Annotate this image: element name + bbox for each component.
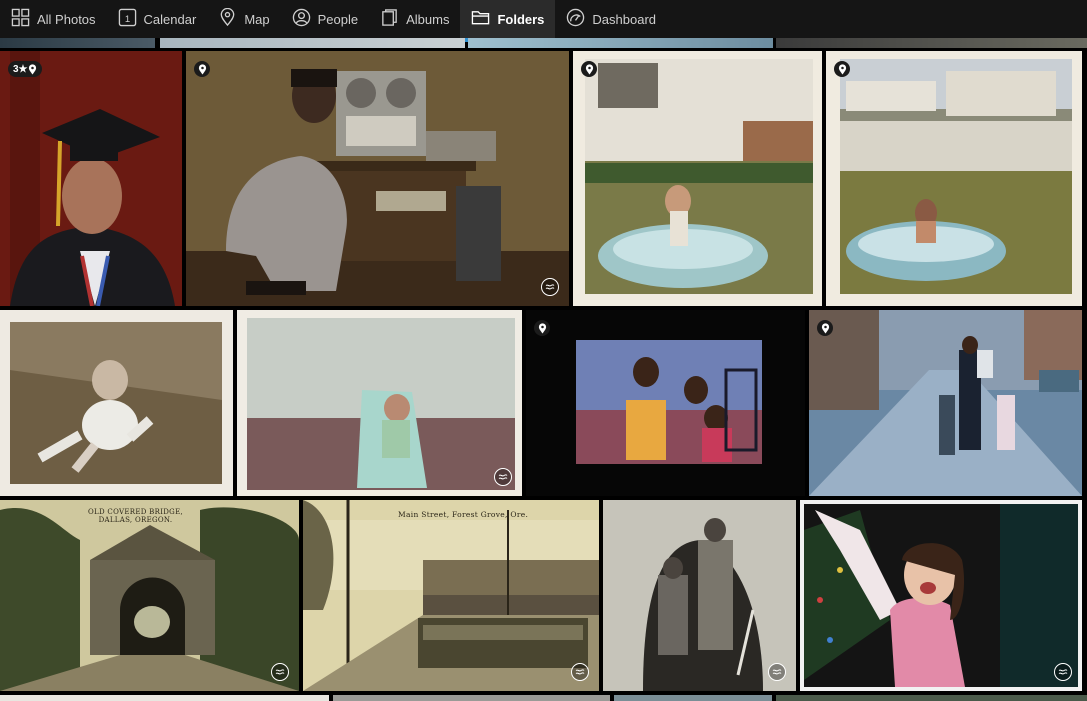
calendar-icon: 1 xyxy=(118,8,137,30)
live-wave-icon xyxy=(275,669,285,675)
live-photo-button[interactable] xyxy=(1054,663,1072,681)
photo-baby-on-grass[interactable] xyxy=(0,310,233,496)
location-badge xyxy=(834,61,850,77)
photo-child-in-pool-yard[interactable] xyxy=(826,51,1082,306)
location-pin-icon xyxy=(821,322,829,333)
favorite-count-text: 3★ xyxy=(13,63,28,75)
grid-icon xyxy=(11,8,30,30)
partial-photo-next-row[interactable] xyxy=(333,695,610,701)
photo-miners-in-tunnel[interactable] xyxy=(603,500,796,691)
top-navigation: All Photos 1 Calendar Map People Albums … xyxy=(0,0,1087,42)
live-photo-button[interactable] xyxy=(494,468,512,486)
tab-dashboard[interactable]: Dashboard xyxy=(555,0,667,38)
photo-toddler-in-pool-image xyxy=(573,51,822,306)
location-pin-icon xyxy=(28,63,36,74)
photo-graduate-portrait[interactable]: 3★ xyxy=(0,51,182,306)
tab-label-calendar: Calendar xyxy=(143,11,197,27)
location-badge xyxy=(817,320,833,336)
photo-toddler-in-pool[interactable] xyxy=(573,51,822,306)
partial-photo-previous-row[interactable] xyxy=(160,38,465,48)
partial-photo-next-row[interactable] xyxy=(614,695,772,701)
folder-icon xyxy=(471,8,490,30)
photo-baby-on-blanket-image xyxy=(237,310,522,496)
location-pin-icon xyxy=(585,63,593,74)
postcard-caption: OLD COVERED BRIDGE, DALLAS, OREGON. xyxy=(88,508,183,524)
tab-label-folders: Folders xyxy=(497,11,545,27)
location-pin-icon xyxy=(198,63,206,74)
location-pin-icon xyxy=(538,322,546,333)
location-badge xyxy=(534,320,550,336)
live-wave-icon xyxy=(1058,669,1068,675)
photo-girl-with-tree-image xyxy=(800,500,1082,691)
photo-man-with-stereo[interactable] xyxy=(186,51,569,306)
live-photo-button[interactable] xyxy=(271,663,289,681)
photo-baby-on-blanket[interactable] xyxy=(237,310,522,496)
photo-family-on-sidewalk-image xyxy=(809,310,1082,496)
partial-photo-previous-row[interactable] xyxy=(0,38,155,48)
calendar-day: 1 xyxy=(124,14,129,25)
live-photo-button[interactable] xyxy=(541,278,559,296)
tab-label-dashboard: Dashboard xyxy=(592,11,657,27)
photo-children-on-bed-image xyxy=(526,310,805,496)
partial-photo-previous-row[interactable] xyxy=(468,38,773,48)
location-pin-icon xyxy=(838,63,846,74)
live-wave-icon xyxy=(575,669,585,675)
photo-covered-bridge-postcard-image xyxy=(0,500,299,691)
tab-calendar[interactable]: 1 Calendar xyxy=(107,0,208,38)
photo-man-with-stereo-image xyxy=(186,51,569,306)
photo-baby-on-grass-image xyxy=(0,310,233,496)
postcard-caption: Main Street, Forest Grove, Ore. xyxy=(398,510,529,519)
tab-label-all-photos: All Photos xyxy=(37,11,96,27)
photo-child-in-pool-yard-image xyxy=(826,51,1082,306)
tab-label-albums: Albums xyxy=(406,11,450,27)
tab-folders[interactable]: Folders xyxy=(460,0,556,42)
live-wave-icon xyxy=(545,284,555,290)
photo-main-street-postcard-image xyxy=(303,500,599,691)
partial-photo-next-row[interactable] xyxy=(0,695,329,701)
live-photo-button[interactable] xyxy=(768,663,786,681)
photo-covered-bridge-postcard[interactable]: OLD COVERED BRIDGE, DALLAS, OREGON. xyxy=(0,500,299,691)
photo-main-street-postcard[interactable]: Main Street, Forest Grove, Ore. xyxy=(303,500,599,691)
partial-photo-previous-row[interactable] xyxy=(776,38,1087,48)
albums-icon xyxy=(380,8,399,30)
live-wave-icon xyxy=(772,669,782,675)
photo-miners-in-tunnel-image xyxy=(603,500,796,691)
photo-children-on-bed[interactable] xyxy=(526,310,805,496)
tab-label-people: People xyxy=(317,11,359,27)
tab-albums[interactable]: Albums xyxy=(369,0,460,38)
tab-map[interactable]: Map xyxy=(207,0,280,38)
location-badge xyxy=(581,61,597,77)
partial-photo-next-row[interactable] xyxy=(776,695,1087,701)
map-pin-icon xyxy=(218,7,237,30)
tab-label-map: Map xyxy=(244,11,270,27)
dashboard-icon xyxy=(566,8,585,30)
photo-girl-with-tree[interactable] xyxy=(800,500,1082,691)
live-photo-button[interactable] xyxy=(571,663,589,681)
photo-graduate-portrait-image xyxy=(0,51,182,306)
person-icon xyxy=(292,8,311,30)
tab-all-photos[interactable]: All Photos xyxy=(0,0,107,38)
favorite-count-badge: 3★ xyxy=(8,61,42,77)
live-wave-icon xyxy=(498,474,508,480)
location-badge xyxy=(194,61,210,77)
tab-people[interactable]: People xyxy=(281,0,369,38)
photo-family-on-sidewalk[interactable] xyxy=(809,310,1082,496)
